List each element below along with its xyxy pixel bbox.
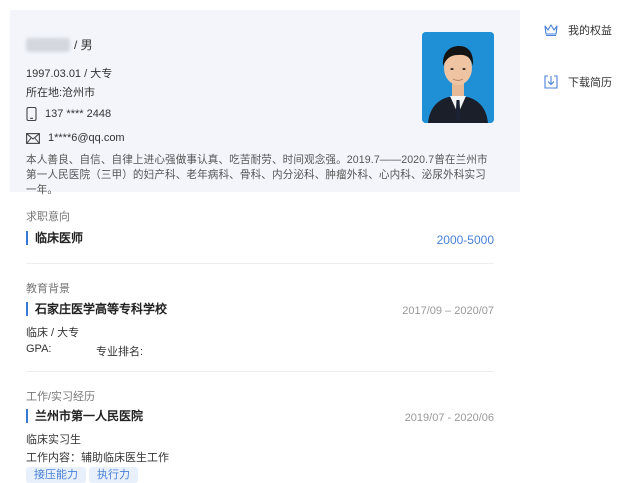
intent-section-title: 求职意向: [26, 211, 70, 223]
profile-photo: [422, 32, 494, 123]
email-row: 1****6@qq.com: [26, 132, 125, 144]
work-section-title: 工作/实习经历: [26, 391, 96, 403]
education-period: 2017/09 – 2020/07: [402, 305, 494, 317]
location: 所在地:沧州市: [26, 87, 96, 99]
skill-tag: 执行力: [89, 467, 138, 483]
intent-position: 临床医师: [26, 231, 83, 245]
gender: / 男: [74, 38, 93, 52]
birth-education: 1997.03.01 / 大专: [26, 68, 113, 80]
bio-text: 本人善良、自信、自律上进心强做事认真、吃苦耐劳、时间观念强。2019.7——20…: [26, 154, 488, 196]
intent-salary: 2000-5000: [436, 233, 494, 247]
work-period: 2019/07 - 2020/06: [404, 412, 494, 424]
mail-icon: [26, 132, 40, 144]
profile-card: / 男 1997.03.01 / 大专 所在地:沧州市 137 **** 244…: [10, 10, 520, 196]
education-school: 石家庄医学高等专科学校: [26, 302, 167, 316]
phone-number: 137 **** 2448: [45, 108, 112, 120]
education-section-title: 教育背景: [26, 283, 70, 295]
work-company: 兰州市第一人民医院: [26, 409, 143, 423]
education-major: 临床 / 大专: [26, 327, 80, 339]
download-icon: [544, 75, 558, 89]
skill-tag: 接压能力: [26, 467, 86, 483]
download-resume-link[interactable]: 下载简历: [544, 74, 612, 90]
rank-label: 专业排名:: [96, 346, 144, 358]
name-blurred: [26, 37, 70, 52]
work-content: 工作内容：辅助临床医生工作: [26, 452, 169, 464]
phone-icon: [26, 107, 37, 121]
my-rights-label: 我的权益: [568, 25, 612, 37]
gpa-label: GPA:: [26, 343, 52, 355]
divider: [26, 263, 494, 264]
portrait-image: [422, 32, 494, 123]
work-role: 临床实习生: [26, 434, 81, 446]
divider: [26, 371, 494, 372]
download-resume-label: 下载简历: [568, 77, 612, 89]
phone-row: 137 **** 2448: [26, 107, 111, 121]
crown-icon: [544, 24, 558, 36]
my-rights-link[interactable]: 我的权益: [544, 22, 612, 38]
email-address: 1****6@qq.com: [48, 132, 125, 144]
name-row: / 男: [26, 36, 93, 53]
